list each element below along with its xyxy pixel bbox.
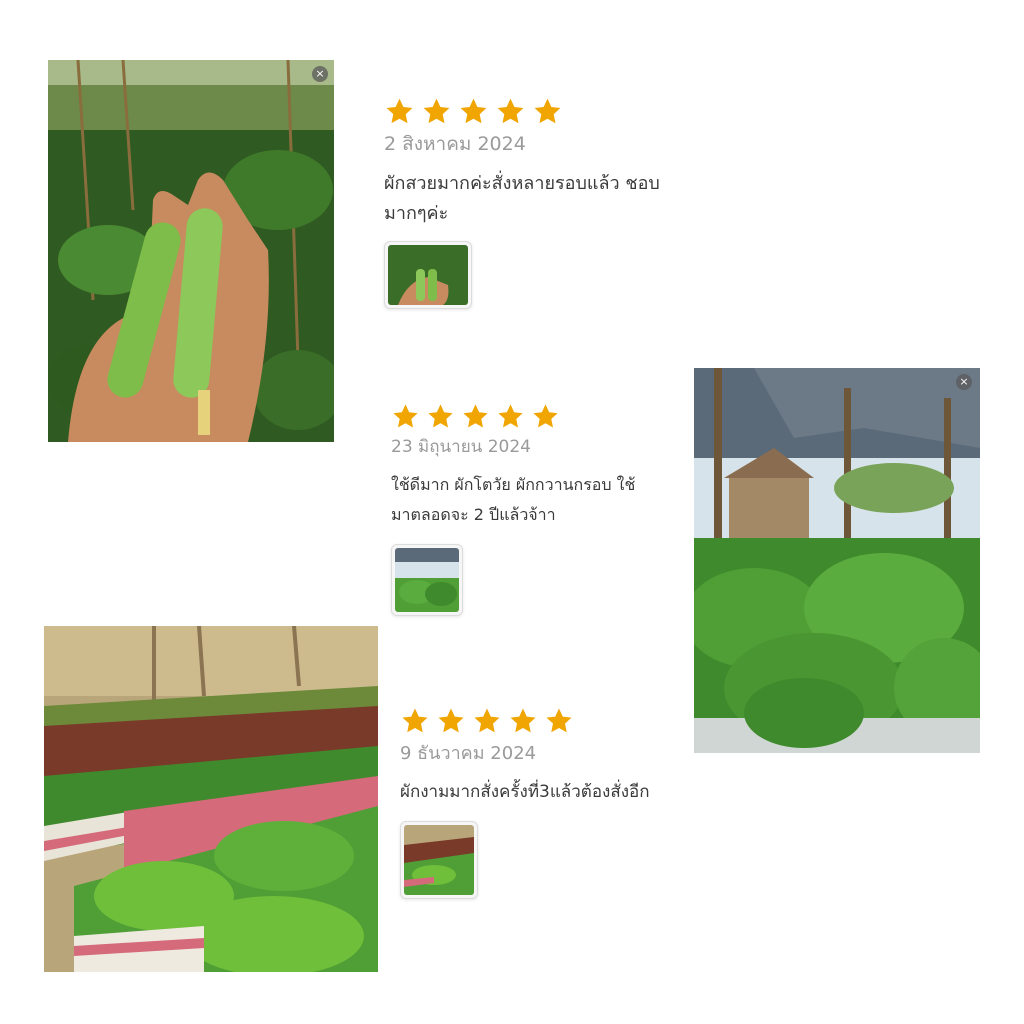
star-rating <box>400 706 650 736</box>
review-card-2: 23 มิถุนายน 2024 ใช้ดีมาก ผักโตวัย ผักกว… <box>391 402 691 616</box>
star-icon <box>426 402 455 431</box>
star-rating <box>384 96 660 127</box>
close-icon[interactable]: × <box>956 374 972 390</box>
star-icon <box>461 402 490 431</box>
review-text-line: มาตลอดจะ 2 ปีแล้วจ้าา <box>391 505 556 524</box>
review-date: 2 สิงหาคม 2024 <box>384 133 526 155</box>
lettuce-boxes-photo-image <box>44 626 378 972</box>
review-text-line: ผักสวยมากค่ะสั่งหลายรอบแล้ว ชอบ <box>384 173 660 194</box>
star-icon <box>384 96 415 127</box>
review-thumbnail[interactable] <box>384 241 472 309</box>
review-card-1: 2 สิงหาคม 2024 ผักสวยมากค่ะสั่งหลายรอบแล… <box>384 96 660 309</box>
review-date: 23 มิถุนายน 2024 <box>391 437 531 457</box>
star-icon <box>496 402 525 431</box>
review-text-line: มากๆค่ะ <box>384 203 449 224</box>
star-icon <box>421 96 452 127</box>
star-icon <box>508 706 538 736</box>
star-icon <box>544 706 574 736</box>
review-text: ผักสวยมากค่ะสั่งหลายรอบแล้ว ชอบ มากๆค่ะ <box>384 169 660 229</box>
star-icon <box>495 96 526 127</box>
review-text: ใช้ดีมาก ผักโตวัย ผักกวานกรอบ ใช้ มาตลอด… <box>391 470 691 530</box>
star-rating <box>391 402 691 431</box>
review-thumbnail[interactable] <box>391 544 463 616</box>
review-photo-cucumbers[interactable]: × <box>48 60 334 442</box>
star-icon <box>458 96 489 127</box>
review-photo-lettuce-boxes[interactable] <box>44 626 378 972</box>
star-icon <box>436 706 466 736</box>
review-text-line: ใช้ดีมาก ผักโตวัย ผักกวานกรอบ ใช้ <box>391 475 636 494</box>
star-icon <box>472 706 502 736</box>
review-text-line: ผักงามมากสั่งครั้งที่3แล้วต้องสั่งอีก <box>400 782 650 802</box>
star-icon <box>391 402 420 431</box>
review-text: ผักงามมากสั่งครั้งที่3แล้วต้องสั่งอีก <box>400 777 650 807</box>
greenhouse-photo-image <box>694 368 980 753</box>
review-card-3: 9 ธันวาคม 2024 ผักงามมากสั่งครั้งที่3แล้… <box>400 706 650 899</box>
close-icon[interactable]: × <box>312 66 328 82</box>
star-icon <box>531 402 560 431</box>
review-date: 9 ธันวาคม 2024 <box>400 743 537 764</box>
cucumber-photo-image <box>48 60 334 442</box>
review-thumbnail[interactable] <box>400 821 478 899</box>
review-photo-lettuce-greenhouse[interactable]: × <box>694 368 980 753</box>
star-icon <box>532 96 563 127</box>
star-icon <box>400 706 430 736</box>
